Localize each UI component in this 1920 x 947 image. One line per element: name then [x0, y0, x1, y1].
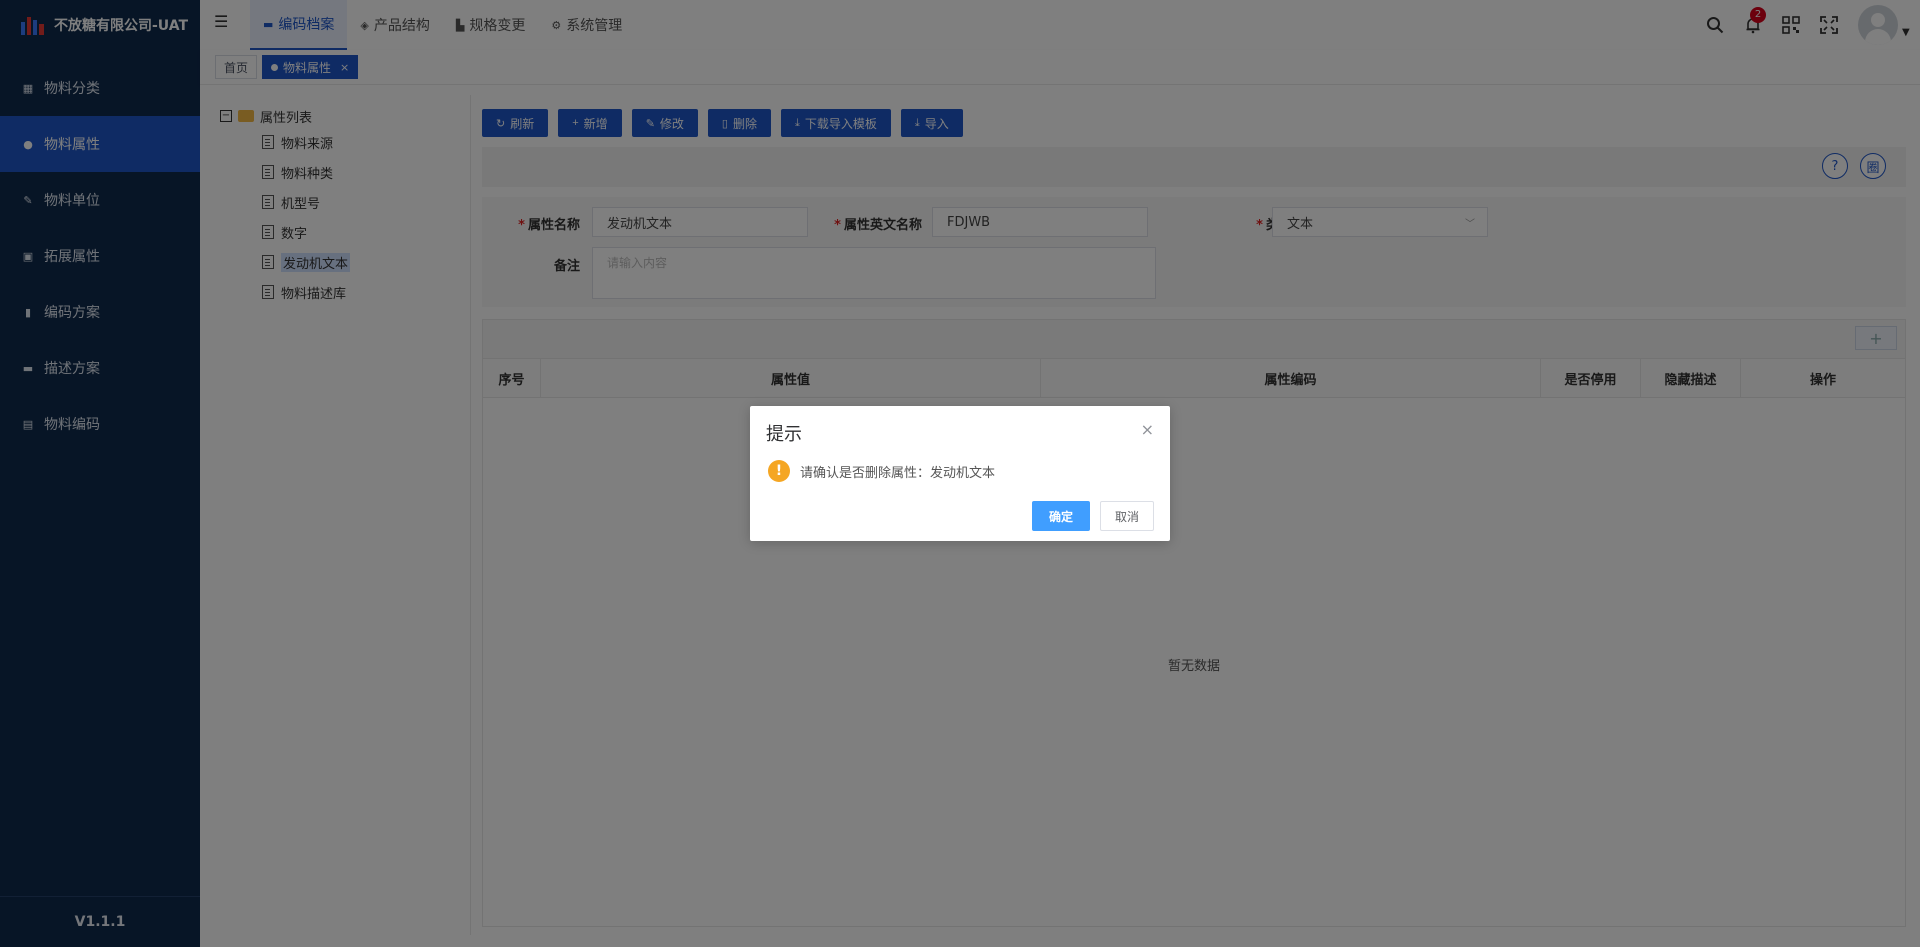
confirm-button[interactable]: 确定	[1031, 501, 1090, 531]
dialog-title: 提示	[766, 424, 802, 445]
close-icon[interactable]: ×	[1141, 420, 1154, 439]
warning-icon: !	[768, 460, 790, 482]
cancel-button[interactable]: 取消	[1099, 501, 1154, 531]
dialog-footer: 确定 取消	[1031, 501, 1154, 531]
dialog-message-text: 请确认是否删除属性：发动机文本	[800, 465, 996, 481]
dialog-message: ! 请确认是否删除属性：发动机文本	[768, 460, 995, 482]
confirm-dialog: 提示 × ! 请确认是否删除属性：发动机文本 确定 取消	[750, 406, 1170, 541]
